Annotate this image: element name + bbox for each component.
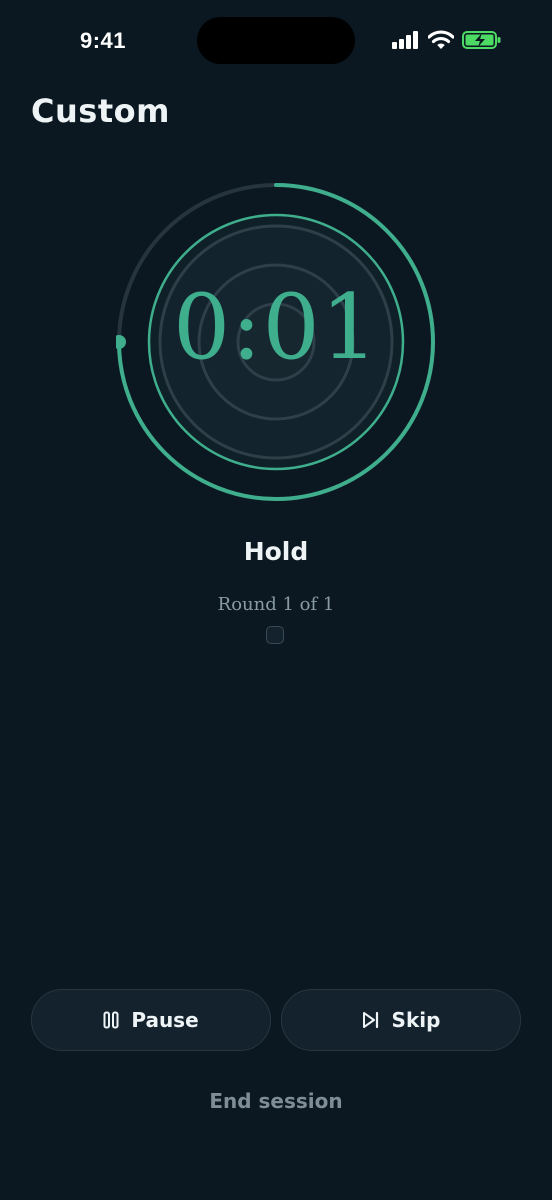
skip-icon bbox=[362, 1011, 378, 1029]
skip-button[interactable]: Skip bbox=[281, 989, 521, 1051]
status-icons bbox=[392, 30, 502, 50]
round-counter: Round 1 of 1 bbox=[217, 594, 335, 615]
dynamic-island bbox=[197, 17, 355, 64]
phase-label: Hold bbox=[243, 537, 309, 566]
page-title: Custom bbox=[31, 92, 170, 130]
pause-icon bbox=[103, 1011, 119, 1029]
skip-label: Skip bbox=[391, 1008, 441, 1032]
pause-label: Pause bbox=[131, 1008, 199, 1032]
timer-display: 0:01 bbox=[172, 275, 380, 380]
pause-button[interactable]: Pause bbox=[31, 989, 271, 1051]
status-bar: 9:41 bbox=[0, 0, 552, 84]
wifi-icon bbox=[428, 30, 454, 49]
battery-charging-icon bbox=[462, 31, 501, 49]
round-indicator bbox=[266, 626, 284, 644]
end-session-button[interactable]: End session bbox=[0, 1089, 552, 1113]
signal-icon bbox=[392, 31, 418, 49]
status-time: 9:41 bbox=[80, 28, 127, 53]
